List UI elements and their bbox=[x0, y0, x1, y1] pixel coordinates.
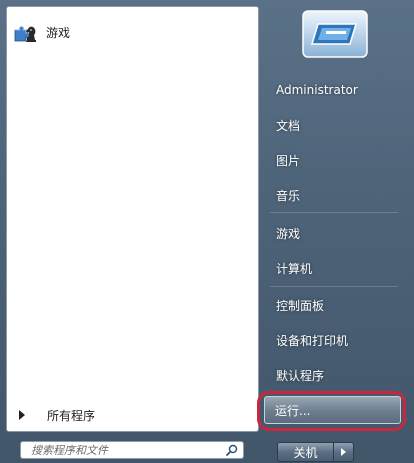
pinned-item-label: 游戏 bbox=[46, 25, 71, 40]
start-menu: 游戏 所有程序 Administrator 文档 图 bbox=[0, 0, 414, 463]
separator bbox=[270, 212, 398, 213]
all-programs-button[interactable]: 所有程序 bbox=[19, 405, 95, 425]
right-item-music[interactable]: 音乐 bbox=[270, 180, 405, 210]
shutdown-label: 关机 bbox=[293, 445, 318, 460]
pinned-item-games[interactable]: 游戏 bbox=[12, 15, 252, 49]
right-item-administrator[interactable]: Administrator bbox=[270, 75, 405, 105]
shutdown-button[interactable]: 关机 bbox=[277, 442, 334, 462]
shutdown-options-button[interactable] bbox=[334, 442, 354, 462]
chevron-right-icon bbox=[341, 448, 346, 456]
right-item-label: 音乐 bbox=[276, 188, 301, 203]
search-input[interactable] bbox=[29, 442, 228, 458]
games-icon bbox=[14, 26, 36, 42]
right-item-label: Administrator bbox=[276, 83, 358, 97]
triangle-right-icon bbox=[19, 410, 25, 420]
right-item-control-panel[interactable]: 控制面板 bbox=[270, 290, 405, 320]
all-programs-label: 所有程序 bbox=[47, 408, 96, 423]
right-item-label: 游戏 bbox=[276, 226, 301, 241]
shutdown-group: 关机 bbox=[277, 442, 354, 462]
right-item-devices-printers[interactable]: 设备和打印机 bbox=[270, 325, 405, 355]
highlight-annotation bbox=[257, 391, 406, 431]
right-item-games[interactable]: 游戏 bbox=[270, 218, 405, 248]
right-item-label: 文档 bbox=[276, 118, 301, 133]
right-item-label: 图片 bbox=[276, 153, 301, 168]
right-item-label: 计算机 bbox=[276, 261, 313, 276]
user-picture-icon[interactable] bbox=[302, 10, 368, 58]
right-item-default-programs[interactable]: 默认程序 bbox=[270, 360, 405, 390]
right-item-documents[interactable]: 文档 bbox=[270, 110, 405, 140]
separator bbox=[270, 286, 398, 287]
right-item-label: 默认程序 bbox=[276, 368, 325, 383]
search-icon[interactable] bbox=[226, 444, 238, 456]
right-item-pictures[interactable]: 图片 bbox=[270, 145, 405, 175]
programs-pane: 游戏 所有程序 bbox=[6, 6, 259, 432]
right-item-computer[interactable]: 计算机 bbox=[270, 253, 405, 283]
right-item-label: 控制面板 bbox=[276, 298, 325, 313]
right-item-label: 设备和打印机 bbox=[276, 333, 349, 348]
search-box[interactable] bbox=[20, 441, 244, 459]
